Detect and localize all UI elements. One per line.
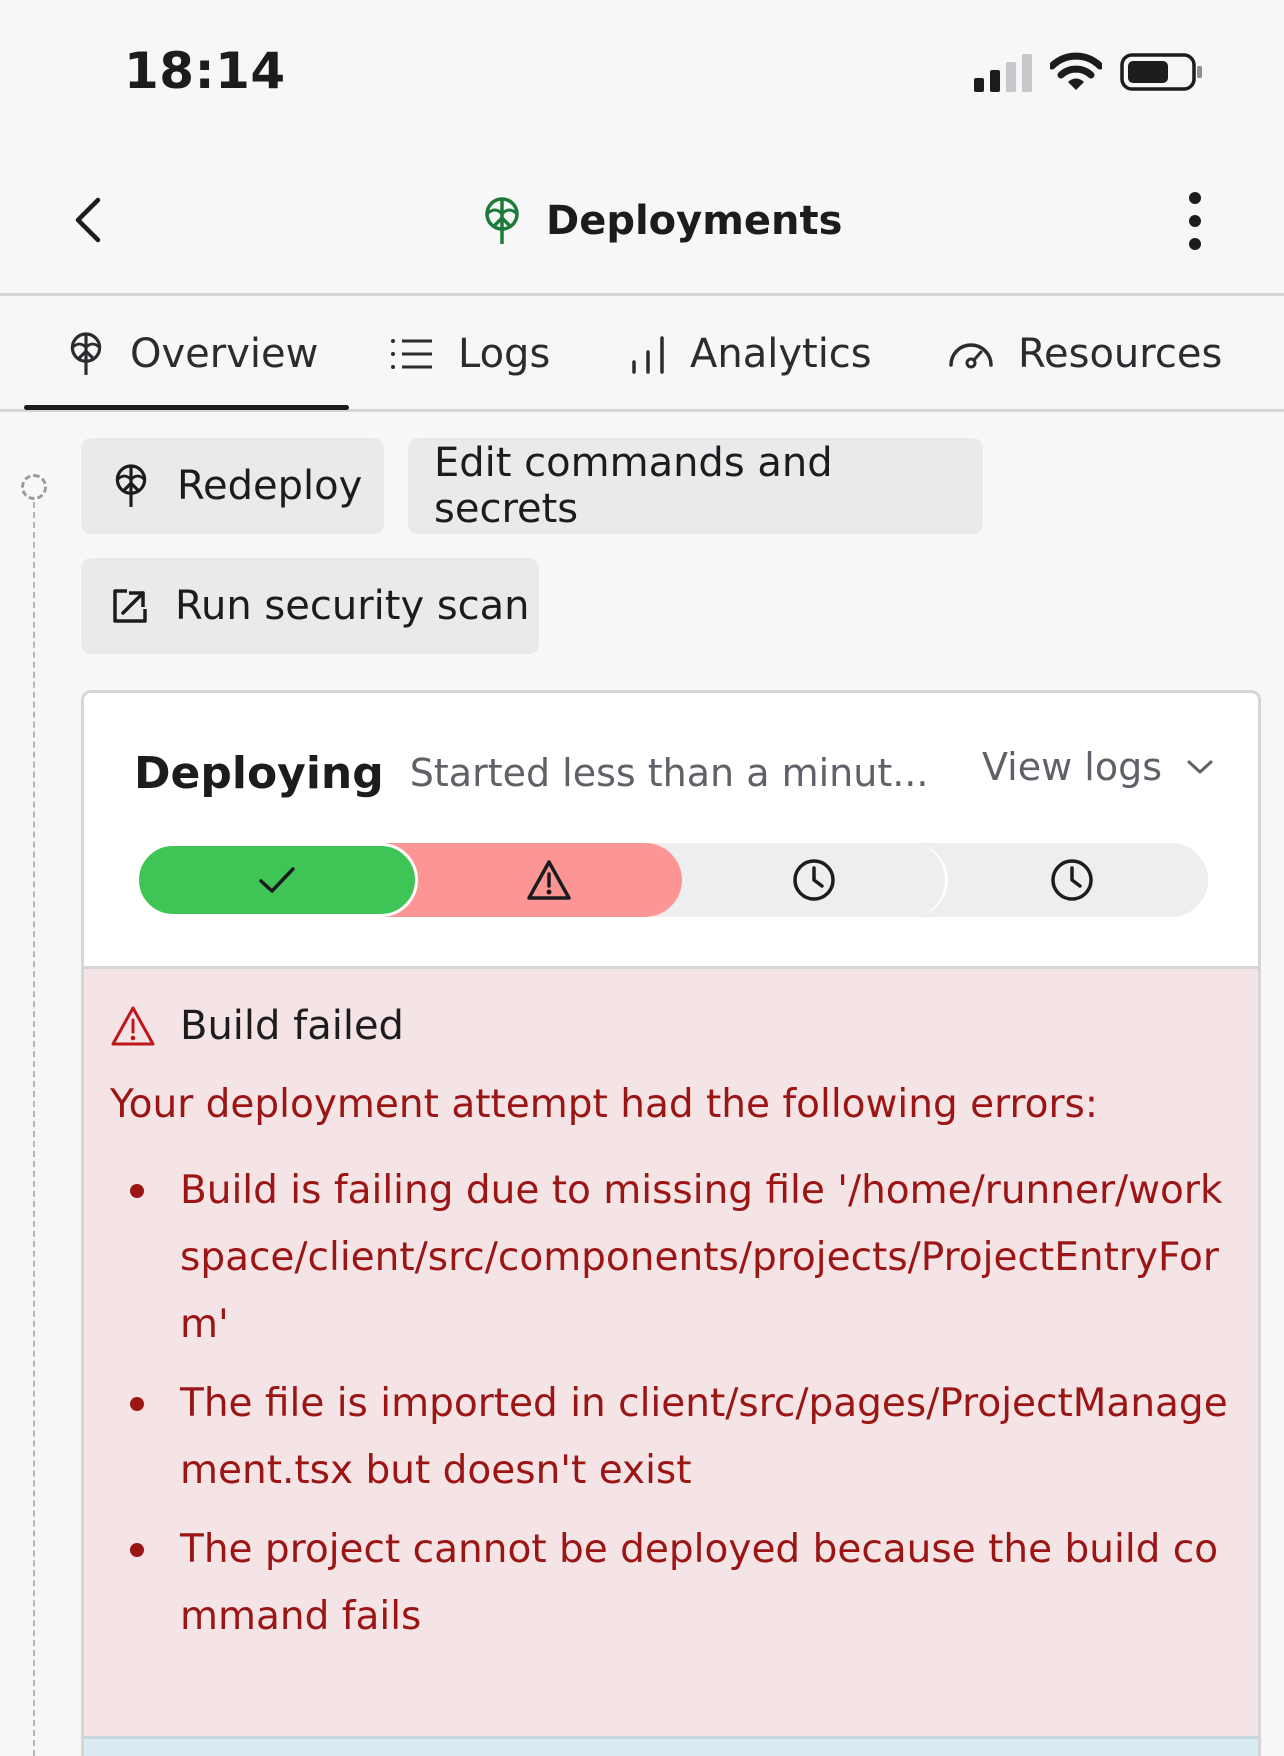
bar-chart-icon	[632, 336, 664, 374]
wifi-icon	[1050, 52, 1102, 90]
status-time: 18:14	[124, 42, 286, 100]
error-list: Build is failing due to missing file '/h…	[110, 1157, 1230, 1662]
tab-label: Resources	[1018, 331, 1223, 377]
tab-analytics[interactable]: Analytics	[630, 299, 872, 409]
more-vertical-icon[interactable]	[1170, 186, 1220, 256]
list-item: Build is failing due to missing file '/h…	[110, 1157, 1230, 1358]
build-error-panel: Build failed Your deployment attempt had…	[84, 966, 1258, 1736]
error-title-row: Build failed	[110, 1003, 404, 1049]
list-icon	[391, 339, 432, 369]
chevron-down-icon	[1187, 760, 1213, 774]
nav-title-group: Deployments	[480, 186, 842, 256]
tab-label: Analytics	[690, 331, 872, 377]
battery-icon	[1120, 53, 1202, 91]
list-item: The project cannot be deployed because t…	[110, 1516, 1230, 1650]
bullet	[130, 1397, 144, 1411]
clock-icon	[792, 859, 835, 901]
error-item-text: Build is failing due to missing file '/h…	[180, 1168, 1223, 1347]
deployment-status: Deploying	[134, 747, 384, 799]
external-arrow-icon	[113, 589, 147, 623]
redeploy-label: Redeploy	[177, 463, 363, 509]
error-title: Build failed	[180, 1003, 404, 1049]
deploy-tree-icon	[70, 332, 102, 375]
tab-overview[interactable]: Overview	[66, 299, 318, 409]
chevron-left-icon[interactable]	[62, 190, 122, 250]
view-logs-button[interactable]: View logs	[982, 745, 1214, 789]
tab-resources[interactable]: Resources	[948, 299, 1222, 409]
tab-logs[interactable]: Logs	[390, 299, 550, 409]
nav-bar: Deployments	[0, 150, 1284, 296]
deployment-started: Started less than a minut...	[409, 751, 929, 795]
run-security-scan-button[interactable]: Run security scan	[81, 558, 539, 654]
tab-label: Overview	[130, 331, 319, 377]
stage-build-success	[136, 843, 418, 917]
deploy-tree-icon	[485, 197, 519, 244]
bullet	[130, 1184, 144, 1198]
bullet	[130, 1543, 144, 1557]
stage-failed	[386, 843, 682, 917]
warning-icon	[527, 860, 571, 900]
stage-pending	[656, 843, 948, 917]
stage-pending	[936, 843, 1208, 917]
deployment-card: Deploying Started less than a minut... V…	[81, 690, 1261, 1756]
warning-icon	[111, 1006, 155, 1046]
error-item-text: The file is imported in client/src/pages…	[180, 1381, 1228, 1493]
error-intro: Your deployment attempt had the followin…	[110, 1082, 1099, 1127]
check-icon	[259, 867, 295, 893]
status-bar: 18:14	[0, 0, 1284, 150]
cellular-signal-icon	[974, 54, 1032, 92]
edit-commands-button[interactable]: Edit commands and secrets	[408, 438, 983, 534]
info-panel	[84, 1736, 1258, 1756]
edit-commands-label: Edit commands and secrets	[434, 440, 833, 532]
deploy-tree-icon	[115, 464, 147, 507]
run-security-scan-label: Run security scan	[175, 583, 530, 629]
timeline-node	[21, 474, 47, 500]
page-title: Deployments	[546, 198, 843, 244]
gauge-icon	[949, 343, 993, 369]
clock-icon	[1051, 859, 1093, 901]
tab-bar: Overview Logs Analytics Resources	[0, 299, 1284, 412]
list-item: The file is imported in client/src/pages…	[110, 1370, 1230, 1504]
redeploy-button[interactable]: Redeploy	[81, 438, 384, 534]
error-item-text: The project cannot be deployed because t…	[180, 1527, 1219, 1639]
tab-label: Logs	[458, 331, 551, 377]
view-logs-label: View logs	[982, 745, 1162, 789]
timeline-line	[33, 502, 35, 1756]
active-tab-indicator	[24, 405, 349, 410]
deployment-header: Deploying Started less than a minut... V…	[134, 733, 1214, 813]
deployment-progress	[136, 843, 1208, 917]
